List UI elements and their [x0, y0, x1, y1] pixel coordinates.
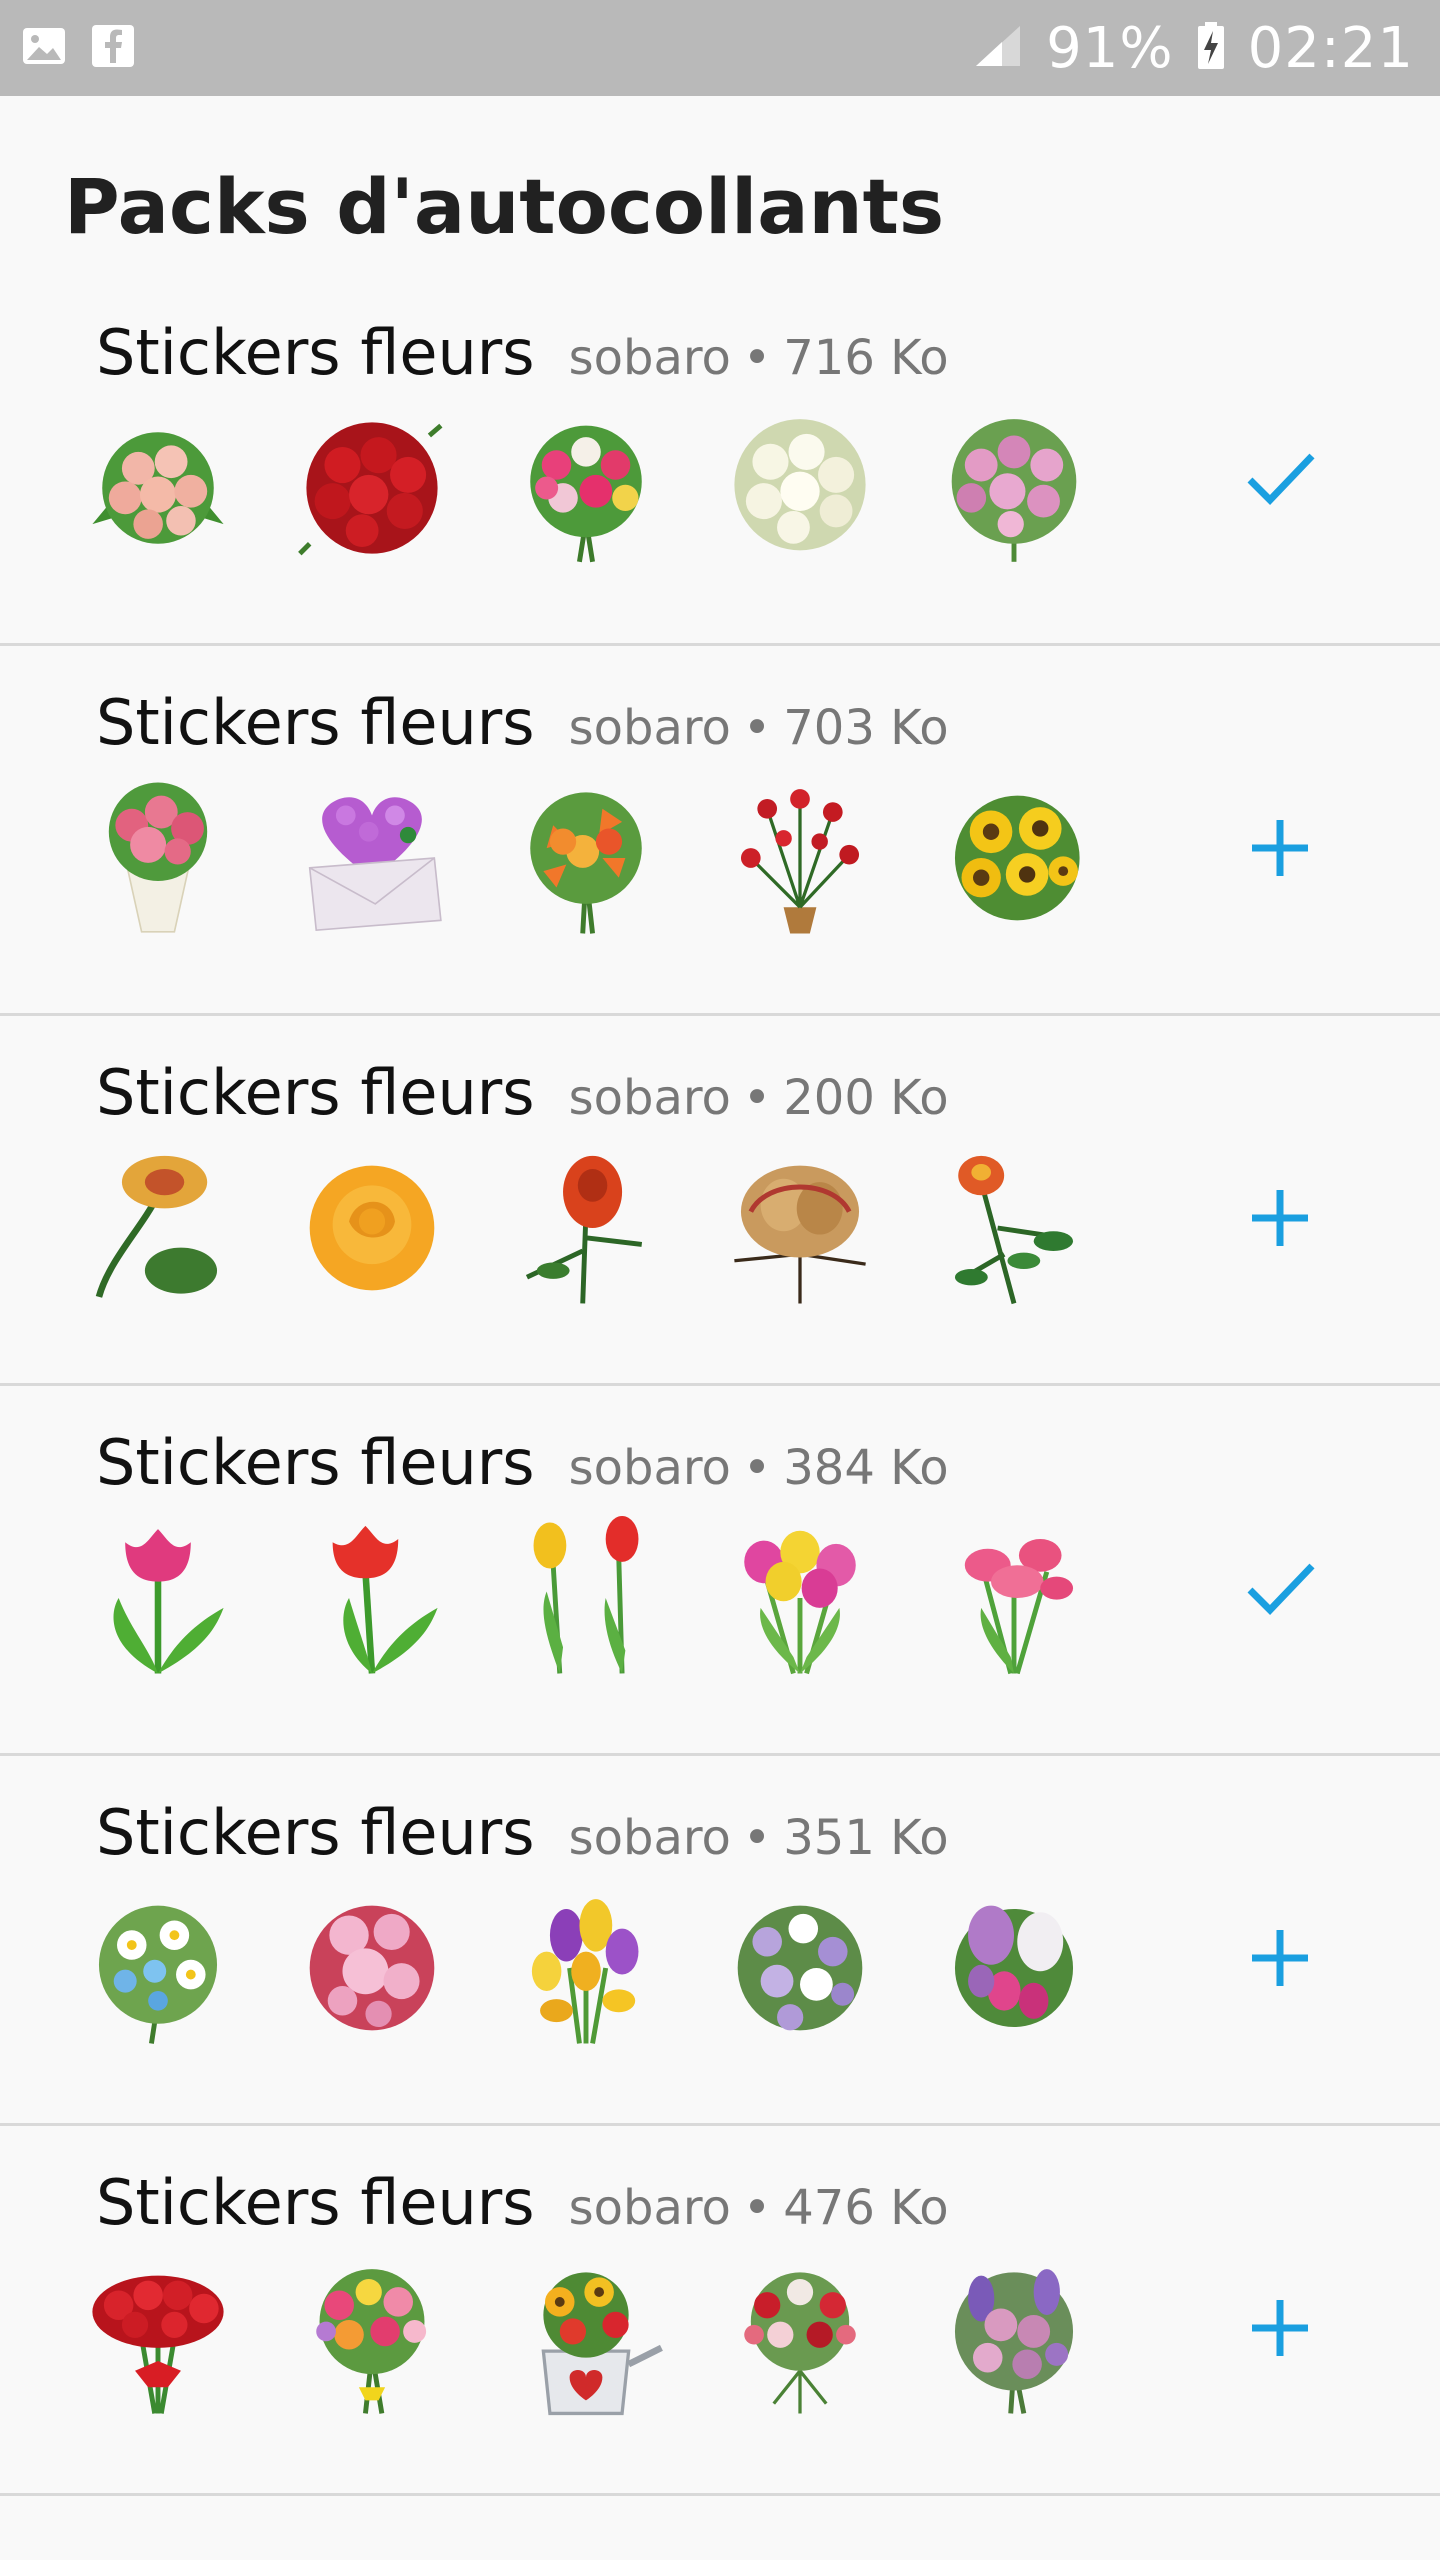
pack-size: 703 Ko [783, 700, 949, 756]
signal-icon [972, 22, 1024, 75]
sticker-previews [76, 1516, 1096, 1680]
pack-size: 351 Ko [783, 1810, 949, 1866]
add-pack-button[interactable] [1228, 1906, 1332, 2010]
sticker-previews [76, 406, 1096, 570]
sticker-violet-bouquet [737, 1905, 863, 2031]
sticker-pack-row[interactable]: Stickers fleurs sobaro • 476 Ko [0, 2126, 1440, 2496]
gallery-notification-icon [20, 22, 68, 75]
sticker-previews [76, 2256, 1096, 2420]
sticker-previews [76, 1146, 1096, 1310]
pack-author: sobaro [568, 1070, 731, 1126]
pack-name: Stickers fleurs [96, 686, 535, 759]
sticker-small-bouquet [744, 2272, 856, 2414]
sticker-red-rose-bundle [92, 2275, 224, 2414]
pack-author: sobaro [568, 700, 731, 756]
pack-header: Stickers fleurs sobaro • 716 Ko [96, 316, 949, 389]
sticker-daisy-bouquet [98, 1905, 218, 2044]
separator-dot: • [742, 330, 772, 386]
sticker-roses-vase [108, 782, 208, 933]
pack-header: Stickers fleurs sobaro • 200 Ko [96, 1056, 949, 1129]
pack-header: Stickers fleurs sobaro • 351 Ko [96, 1796, 949, 1869]
sticker-pink-tulips [964, 1538, 1074, 1675]
pack-meta: sobaro • 351 Ko [569, 1810, 949, 1866]
sticker-lily-bouquet [530, 792, 642, 934]
pack-name: Stickers fleurs [96, 316, 535, 389]
sticker-crocus-bouquet [531, 1899, 639, 2044]
battery-charging-icon [1196, 21, 1226, 75]
sticker-lilac-bouquet [954, 1905, 1074, 2028]
add-pack-button[interactable] [1228, 1166, 1332, 1270]
sticker-wilted-rose [734, 1165, 866, 1304]
pack-header: Stickers fleurs sobaro • 476 Ko [96, 2166, 949, 2239]
pack-size: 716 Ko [783, 330, 949, 386]
sticker-pink-bouquet [951, 419, 1077, 562]
separator-dot: • [742, 2180, 772, 2236]
sticker-pack-row[interactable]: Stickers fleurs sobaro • 351 Ko [0, 1756, 1440, 2126]
sticker-tulip-bouquet [744, 1530, 856, 1675]
battery-percent: 91% [1046, 15, 1174, 81]
sticker-mixed-bouquet [530, 425, 642, 563]
add-pack-button[interactable] [1228, 2276, 1332, 2380]
sticker-red-roses [298, 422, 443, 556]
pack-meta: sobaro • 476 Ko [569, 2180, 949, 2236]
pack-size: 384 Ko [783, 1440, 949, 1496]
pack-author: sobaro [568, 330, 731, 386]
sticker-pack-row[interactable]: Stickers fleurs sobaro • 200 Ko [0, 1016, 1440, 1386]
sticker-pack-list: Stickers fleurs sobaro • 716 Ko Stickers… [0, 276, 1440, 2496]
sticker-orange-rose [309, 1165, 435, 1291]
separator-dot: • [742, 1440, 772, 1496]
sticker-pink-roses [309, 1905, 435, 2031]
sticker-pink-tulip [113, 1529, 224, 1674]
status-bar-system: 91% 02:21 [972, 16, 1414, 81]
sticker-heart-envelope [308, 797, 442, 932]
sticker-watering-can [541, 2272, 663, 2416]
status-bar: 91% 02:21 [0, 0, 1440, 96]
separator-dot: • [742, 700, 772, 756]
pack-author: sobaro [568, 1810, 731, 1866]
sticker-sunflowers [954, 795, 1080, 921]
sticker-pack-row[interactable]: Stickers fleurs sobaro • 703 Ko [0, 646, 1440, 1016]
sticker-pack-row[interactable]: Stickers fleurs sobaro • 716 Ko [0, 276, 1440, 646]
status-bar-notifications [20, 22, 136, 75]
sticker-two-tulips [533, 1516, 639, 1674]
pack-name: Stickers fleurs [96, 1426, 535, 1499]
clock: 02:21 [1247, 15, 1414, 81]
sticker-purple-bouquet [954, 2269, 1074, 2414]
page-title: Packs d'autocollants [64, 162, 945, 251]
sticker-red-rose-stem [525, 1155, 643, 1304]
pack-header: Stickers fleurs sobaro • 384 Ko [96, 1426, 949, 1499]
sticker-pack-row[interactable]: Stickers fleurs sobaro • 384 Ko [0, 1386, 1440, 1756]
pack-size: 200 Ko [783, 1070, 949, 1126]
sticker-yellow-rose [95, 1155, 218, 1298]
facebook-notification-icon [90, 23, 136, 74]
pack-meta: sobaro • 703 Ko [569, 700, 949, 756]
sticker-white-roses [734, 419, 866, 551]
pack-author: sobaro [568, 2180, 731, 2236]
pack-meta: sobaro • 200 Ko [569, 1070, 949, 1126]
pack-added-checkmark[interactable] [1228, 426, 1332, 530]
add-pack-button[interactable] [1228, 796, 1332, 900]
separator-dot: • [742, 1810, 772, 1866]
sticker-red-tulip [332, 1525, 438, 1674]
pack-header: Stickers fleurs sobaro • 703 Ko [96, 686, 949, 759]
pack-meta: sobaro • 716 Ko [569, 330, 949, 386]
sticker-rose-branch [954, 1155, 1074, 1305]
pack-meta: sobaro • 384 Ko [569, 1440, 949, 1496]
pack-author: sobaro [568, 1440, 731, 1496]
sticker-red-roses-vase [740, 789, 860, 934]
sticker-previews [76, 1886, 1096, 2050]
sticker-previews [76, 776, 1096, 940]
pack-name: Stickers fleurs [96, 1056, 535, 1129]
pack-name: Stickers fleurs [96, 1796, 535, 1869]
sticker-rose-bouquet [92, 432, 224, 544]
separator-dot: • [742, 1070, 772, 1126]
pack-size: 476 Ko [783, 2180, 949, 2236]
sticker-carnation-bouquet [316, 2269, 427, 2414]
pack-added-checkmark[interactable] [1228, 1536, 1332, 1640]
pack-name: Stickers fleurs [96, 2166, 535, 2239]
